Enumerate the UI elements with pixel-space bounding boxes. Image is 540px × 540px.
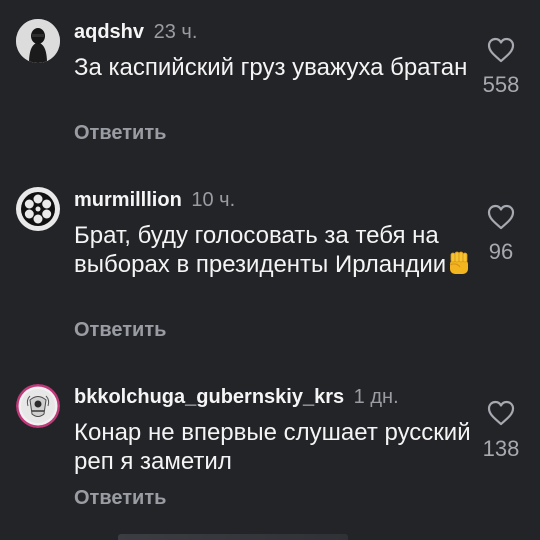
like-button[interactable] xyxy=(486,203,516,231)
dark-figure-avatar-icon xyxy=(16,19,60,63)
raised-fist-emoji-icon xyxy=(447,250,471,283)
like-count: 138 xyxy=(482,436,520,461)
comment-header: bkkolchuga_gubernskiy_krs 1 дн. xyxy=(74,385,399,409)
timestamp: 23 ч. xyxy=(153,21,198,43)
like-count: 96 xyxy=(488,239,514,264)
like-button[interactable] xyxy=(486,399,516,427)
reply-button[interactable]: Ответить xyxy=(74,121,166,145)
username[interactable]: aqdshv xyxy=(74,21,144,43)
comment-header: aqdshv 23 ч. xyxy=(74,20,197,44)
heart-icon xyxy=(487,37,515,63)
comment-text: Конар не впервые слушает русский реп я з… xyxy=(74,419,471,475)
reply-button[interactable]: Ответить xyxy=(74,486,166,510)
comment-text: Брат, буду голосовать за тебя на выборах… xyxy=(74,221,474,283)
emblem-avatar-icon xyxy=(16,384,60,428)
avatar[interactable] xyxy=(16,384,60,428)
avatar[interactable] xyxy=(16,187,60,231)
like-count: 558 xyxy=(482,72,520,97)
like-button[interactable] xyxy=(486,36,516,64)
next-item-peek xyxy=(118,528,418,540)
timestamp: 1 дн. xyxy=(353,386,399,408)
comments-screen: aqdshv 23 ч. За каспийский груз уважуха … xyxy=(0,0,540,540)
revolver-cylinder-avatar-icon xyxy=(16,187,60,231)
timestamp: 10 ч. xyxy=(191,189,236,211)
heart-icon xyxy=(487,204,515,230)
avatar[interactable] xyxy=(16,19,60,63)
username[interactable]: murmilllion xyxy=(74,189,182,211)
reply-button[interactable]: Ответить xyxy=(74,318,166,342)
comment-text: За каспийский груз уважуха братан xyxy=(74,54,468,81)
heart-icon xyxy=(487,400,515,426)
username[interactable]: bkkolchuga_gubernskiy_krs xyxy=(74,386,344,408)
comment-header: murmilllion 10 ч. xyxy=(74,188,235,212)
comment-text-content: Брат, буду голосовать за тебя на выборах… xyxy=(74,222,447,278)
